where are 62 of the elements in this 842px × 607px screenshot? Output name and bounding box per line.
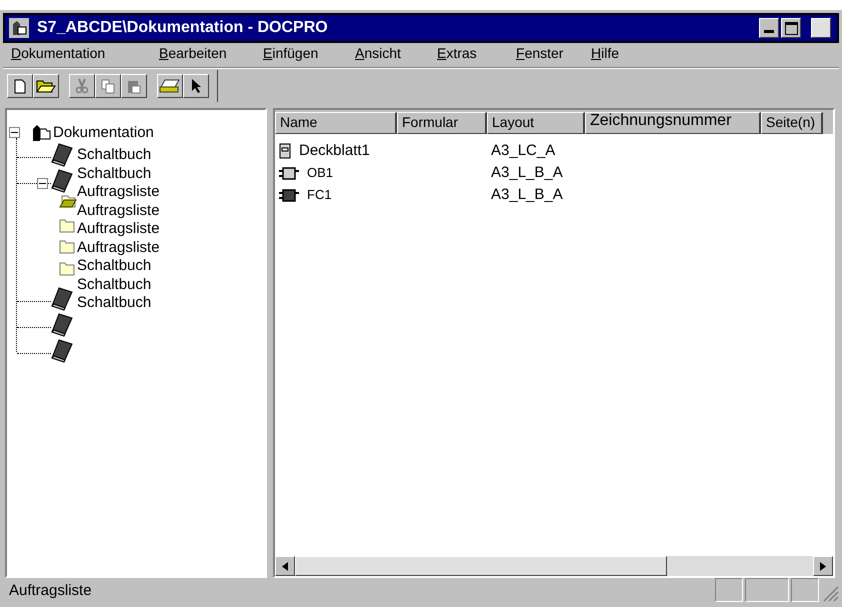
menu-item[interactable]: Einfügen [263,43,355,64]
collapse-toggle[interactable] [9,127,20,138]
tree-item[interactable]: Dokumentation [53,124,154,142]
document-icon [279,143,291,159]
folder-book-icon [31,123,51,143]
book-icon [51,313,73,337]
book-icon [51,287,73,311]
collapse-toggle[interactable] [37,178,48,189]
toolbar-button[interactable] [157,74,183,98]
menu-item[interactable]: Extras [437,43,516,64]
close-button[interactable] [811,18,831,38]
left-arrow-icon [282,562,288,570]
tree-item[interactable]: Schaltbuch [77,294,160,312]
status-text: Auftragsliste [9,580,93,600]
menu-item[interactable]: Hilfe [591,43,651,64]
clipboard-icon [127,78,141,94]
window-title: S7_ABCDE\Dokumentation - DOCPRO [37,18,329,38]
scissors-icon [76,78,88,94]
new-document-icon [14,78,26,94]
printer-icon [159,79,181,94]
column-header[interactable]: Layout [487,112,585,134]
book-icon [51,339,73,363]
toolbar-button[interactable] [183,74,209,98]
table-cell-text: OB1 [307,164,334,182]
menu-item[interactable]: Dokumentation [11,43,159,64]
tree-item[interactable]: Auftragsliste [77,220,160,238]
minimize-button[interactable] [759,18,779,38]
resize-grip-icon [821,584,839,602]
toolbar-button[interactable] [33,74,59,98]
tree-item[interactable]: Schaltbuch [77,146,160,164]
column-header[interactable]: Zeichnungsnummer [585,112,761,134]
maximize-button[interactable] [781,18,801,38]
app-icon [9,18,29,38]
tree-item[interactable]: Schaltbuch [77,257,160,276]
right-arrow-icon [820,562,826,570]
menu-item[interactable]: Fenster [516,43,591,64]
tree-item[interactable]: Auftragsliste [77,183,160,202]
scroll-left-button[interactable] [275,556,295,576]
table-cell-text: Deckblatt1 [299,140,370,161]
book-icon [51,143,73,167]
folder-icon [36,79,56,94]
copy-icon [101,78,115,94]
block-icon [279,188,299,202]
tree-item[interactable]: Auftragsliste [77,238,160,257]
book-icon [51,169,73,193]
toolbar-button[interactable] [7,74,33,98]
horizontal-scrollbar[interactable] [275,556,833,576]
scroll-right-button[interactable] [813,556,833,576]
table-cell-text: A3_L_B_A [490,162,563,183]
block-icon [279,166,299,180]
table-cell-text: A3_L_B_A [490,184,563,205]
menu-item[interactable]: Ansicht [355,43,437,64]
tree-item[interactable]: Schaltbuch [77,164,160,183]
pointer-icon [191,78,201,94]
menu-item[interactable]: Bearbeiten [159,43,263,64]
column-header[interactable]: Formular [397,112,487,134]
column-header[interactable]: Name [275,112,397,134]
table-cell-text: A3_LC_A [490,140,556,161]
tree-item[interactable]: Auftragsliste [77,202,160,220]
tree-item[interactable]: Schaltbuch [77,276,160,294]
table-cell-text: FC1 [307,186,332,204]
column-header[interactable]: Seite(n) [761,112,823,134]
